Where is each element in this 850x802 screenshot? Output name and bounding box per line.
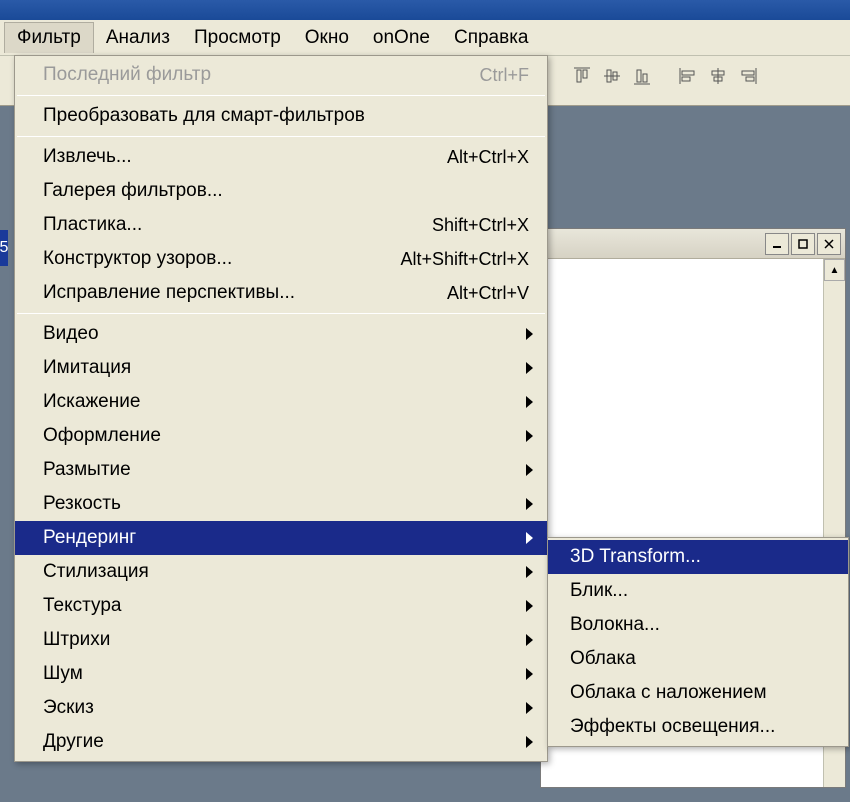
menu-item-video[interactable]: Видео — [15, 317, 547, 351]
menu-view[interactable]: Просмотр — [182, 23, 293, 53]
align-icons-group — [570, 64, 778, 88]
menu-item-stylize[interactable]: Стилизация — [15, 555, 547, 589]
menu-item-label: Последний фильтр — [43, 64, 211, 86]
chevron-right-icon — [526, 566, 533, 578]
chevron-right-icon — [526, 362, 533, 374]
menu-item-label: Преобразовать для смарт-фильтров — [43, 105, 365, 127]
menu-item-label: Галерея фильтров... — [43, 180, 223, 202]
menu-item-noise[interactable]: Шум — [15, 657, 547, 691]
menu-item-label: Резкость — [43, 493, 121, 515]
menu-item-label: Пластика... — [43, 214, 142, 236]
menu-item-label: Другие — [43, 731, 104, 753]
align-hcenter-icon[interactable] — [706, 64, 730, 88]
menu-item-brush-strokes[interactable]: Штрихи — [15, 623, 547, 657]
menu-separator — [17, 313, 545, 314]
menu-item-sharpen[interactable]: Резкость — [15, 487, 547, 521]
chevron-right-icon — [526, 430, 533, 442]
render-submenu: 3D Transform... Блик... Волокна... Облак… — [547, 537, 849, 747]
chevron-right-icon — [526, 498, 533, 510]
menu-item-label: Извлечь... — [43, 146, 132, 168]
chevron-right-icon — [526, 634, 533, 646]
chevron-right-icon — [526, 600, 533, 612]
menu-item-other[interactable]: Другие — [15, 725, 547, 759]
menu-item-shortcut: Shift+Ctrl+X — [432, 215, 529, 236]
filter-menu-dropdown: Последний фильтр Ctrl+F Преобразовать дл… — [14, 55, 548, 762]
scroll-up-button[interactable]: ▲ — [824, 259, 845, 281]
chevron-right-icon — [526, 532, 533, 544]
chevron-right-icon — [526, 702, 533, 714]
menu-item-pattern-maker[interactable]: Конструктор узоров... Alt+Shift+Ctrl+X — [15, 242, 547, 276]
align-vcenter-icon[interactable] — [600, 64, 624, 88]
chevron-right-icon — [526, 736, 533, 748]
menu-item-label: Оформление — [43, 425, 161, 447]
menu-analysis[interactable]: Анализ — [94, 23, 182, 53]
chevron-right-icon — [526, 396, 533, 408]
align-right-icon[interactable] — [736, 64, 760, 88]
menu-separator — [17, 95, 545, 96]
menu-item-render[interactable]: Рендеринг — [15, 521, 547, 555]
menu-item-label: Эскиз — [43, 697, 94, 719]
menu-item-artistic[interactable]: Имитация — [15, 351, 547, 385]
menu-item-sketch[interactable]: Эскиз — [15, 691, 547, 725]
submenu-item-lens-flare[interactable]: Блик... — [548, 574, 848, 608]
menu-item-label: Имитация — [43, 357, 131, 379]
menu-item-label: Искажение — [43, 391, 140, 413]
menu-help[interactable]: Справка — [442, 23, 541, 53]
submenu-item-lighting-effects[interactable]: Эффекты освещения... — [548, 710, 848, 744]
menu-item-filter-gallery[interactable]: Галерея фильтров... — [15, 174, 547, 208]
submenu-item-difference-clouds[interactable]: Облака с наложением — [548, 676, 848, 710]
app-titlebar — [0, 0, 850, 20]
menu-item-liquify[interactable]: Пластика... Shift+Ctrl+X — [15, 208, 547, 242]
menu-item-last-filter: Последний фильтр Ctrl+F — [15, 58, 547, 92]
menu-item-label: Стилизация — [43, 561, 149, 583]
menu-item-extract[interactable]: Извлечь... Alt+Ctrl+X — [15, 140, 547, 174]
menu-item-texture[interactable]: Текстура — [15, 589, 547, 623]
menu-item-smart-filters[interactable]: Преобразовать для смарт-фильтров — [15, 99, 547, 133]
menu-item-vanishing-point[interactable]: Исправление перспективы... Alt+Ctrl+V — [15, 276, 547, 310]
align-top-icon[interactable] — [570, 64, 594, 88]
menu-window[interactable]: Окно — [293, 23, 361, 53]
menu-item-label: Рендеринг — [43, 527, 136, 549]
submenu-item-3d-transform[interactable]: 3D Transform... — [548, 540, 848, 574]
menu-item-label: Конструктор узоров... — [43, 248, 232, 270]
menu-onone[interactable]: onOne — [361, 23, 442, 53]
menu-item-pixelate[interactable]: Оформление — [15, 419, 547, 453]
menu-item-shortcut: Alt+Shift+Ctrl+X — [400, 249, 529, 270]
menu-item-label: Видео — [43, 323, 99, 345]
menubar: Фильтр Анализ Просмотр Окно onOne Справк… — [0, 20, 850, 56]
menu-item-blur[interactable]: Размытие — [15, 453, 547, 487]
submenu-item-fibers[interactable]: Волокна... — [548, 608, 848, 642]
ruler-fragment: 5 — [0, 230, 8, 266]
align-left-icon[interactable] — [676, 64, 700, 88]
document-titlebar[interactable] — [541, 229, 845, 259]
menu-item-label: Штрихи — [43, 629, 110, 651]
chevron-right-icon — [526, 464, 533, 476]
submenu-item-clouds[interactable]: Облака — [548, 642, 848, 676]
menu-item-label: Текстура — [43, 595, 121, 617]
menu-filter[interactable]: Фильтр — [4, 22, 94, 53]
chevron-right-icon — [526, 328, 533, 340]
menu-item-shortcut: Alt+Ctrl+V — [447, 283, 529, 304]
minimize-button[interactable] — [765, 233, 789, 255]
menu-item-shortcut: Alt+Ctrl+X — [447, 147, 529, 168]
menu-item-label: Шум — [43, 663, 83, 685]
align-bottom-icon[interactable] — [630, 64, 654, 88]
menu-item-label: Исправление перспективы... — [43, 282, 295, 304]
menu-item-label: Размытие — [43, 459, 131, 481]
chevron-right-icon — [526, 668, 533, 680]
menu-separator — [17, 136, 545, 137]
close-button[interactable] — [817, 233, 841, 255]
menu-item-distort[interactable]: Искажение — [15, 385, 547, 419]
maximize-button[interactable] — [791, 233, 815, 255]
menu-item-shortcut: Ctrl+F — [480, 65, 530, 86]
